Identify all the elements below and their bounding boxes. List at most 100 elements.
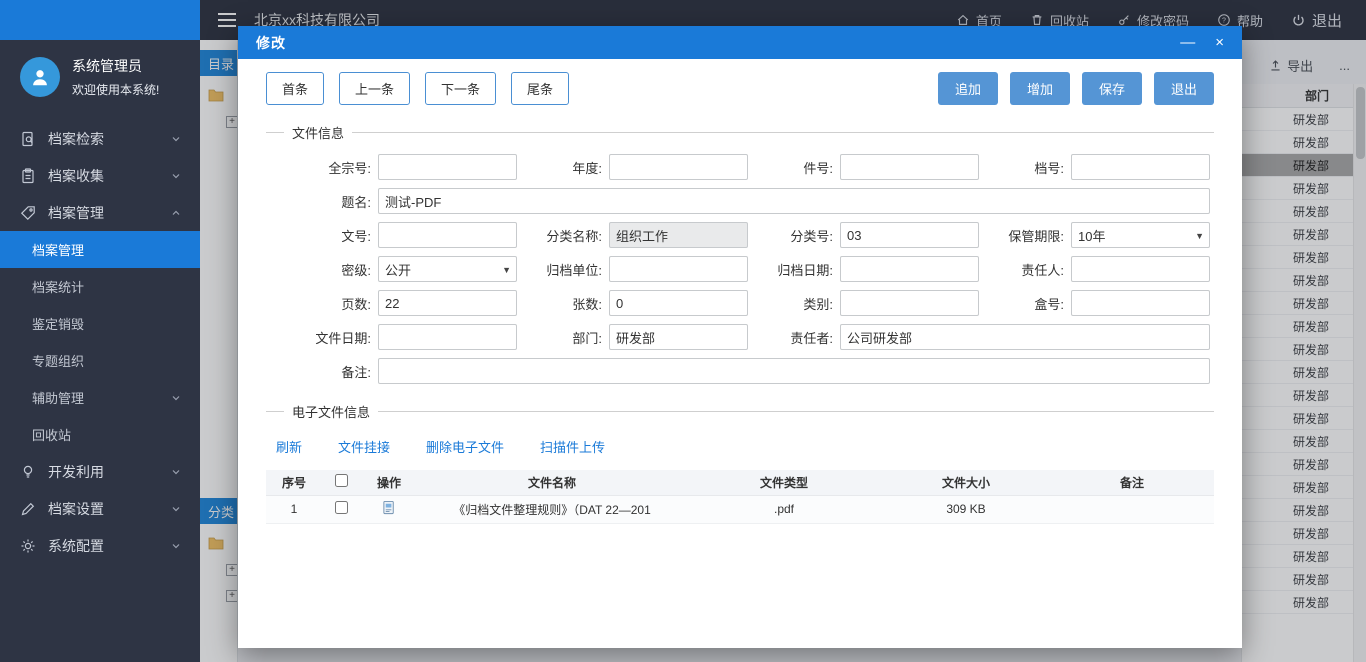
field-label: 件号: bbox=[803, 160, 833, 176]
sidebar-item-system-config[interactable]: 系统配置 bbox=[0, 527, 200, 564]
sidebar-item-archive-stats[interactable]: 档案统计 bbox=[0, 268, 200, 305]
author-field[interactable] bbox=[840, 324, 1210, 350]
sidebar-item-label: 回收站 bbox=[32, 428, 72, 443]
field-label: 部门: bbox=[572, 330, 602, 346]
sidebar-item-appraisal-destroy[interactable]: 鉴定销毁 bbox=[0, 305, 200, 342]
row-checkbox[interactable] bbox=[334, 501, 348, 514]
field-label: 责任者: bbox=[790, 330, 833, 346]
selected-value: 10年 bbox=[1078, 228, 1106, 244]
sidebar-item-label: 专题组织 bbox=[32, 354, 85, 369]
user-welcome: 欢迎使用本系统! bbox=[72, 83, 160, 97]
sidebar-item-archive-search[interactable]: 档案检索 bbox=[0, 120, 200, 157]
sidebar-item-develop-use[interactable]: 开发利用 bbox=[0, 453, 200, 490]
column-header-filetype: 文件类型 bbox=[686, 470, 882, 496]
column-header-remark: 备注 bbox=[1050, 470, 1214, 496]
user-icon bbox=[33, 70, 47, 86]
retention-select[interactable]: 10年 ▼ bbox=[1071, 222, 1210, 248]
field-label: 责任人: bbox=[1021, 262, 1064, 278]
field-label: 档号: bbox=[1034, 160, 1064, 176]
efile-row-type: .pdf bbox=[686, 495, 882, 524]
sidebar-item-archive-collect[interactable]: 档案收集 bbox=[0, 157, 200, 194]
title-field[interactable] bbox=[378, 188, 1210, 214]
file-preview-icon[interactable] bbox=[382, 500, 397, 515]
field-label: 密级: bbox=[341, 262, 371, 278]
field-label: 文号: bbox=[341, 228, 371, 244]
column-header-no: 序号 bbox=[266, 470, 322, 496]
field-label: 题名: bbox=[341, 194, 371, 210]
quanzong-no-field[interactable] bbox=[378, 154, 517, 180]
sidebar-item-label: 开发利用 bbox=[48, 463, 104, 480]
refresh-link[interactable]: 刷新 bbox=[276, 437, 302, 456]
dialog-title: 修改 bbox=[256, 34, 286, 51]
remark-field[interactable] bbox=[378, 358, 1210, 384]
sidebar-item-label: 辅助管理 bbox=[32, 391, 85, 406]
field-label: 保管期限: bbox=[1008, 228, 1064, 244]
exit-button[interactable]: 退出 bbox=[1153, 72, 1214, 105]
category-name-field[interactable] bbox=[609, 222, 748, 248]
kind-field[interactable] bbox=[840, 290, 979, 316]
close-icon[interactable]: × bbox=[1215, 35, 1224, 50]
dropdown-caret-icon: ▼ bbox=[502, 265, 511, 275]
user-text: 系统管理员 欢迎使用本系统! bbox=[72, 56, 159, 98]
filing-date-field[interactable] bbox=[840, 256, 979, 282]
append-button[interactable]: 追加 bbox=[937, 72, 998, 105]
liable-person-field[interactable] bbox=[1071, 256, 1210, 282]
sidebar-item-recycle-bin[interactable]: 回收站 bbox=[0, 416, 200, 453]
sidebar-item-archive-manage[interactable]: 档案管理 bbox=[0, 194, 200, 231]
next-record-button[interactable]: 下一条 bbox=[425, 72, 497, 105]
document-search-icon bbox=[20, 131, 36, 147]
attach-file-link[interactable]: 文件挂接 bbox=[338, 437, 390, 456]
sidebar-item-label: 档案统计 bbox=[32, 280, 85, 295]
sheets-field[interactable] bbox=[609, 290, 748, 316]
user-name: 系统管理员 bbox=[72, 58, 142, 74]
year-field[interactable] bbox=[609, 154, 748, 180]
previous-record-button[interactable]: 上一条 bbox=[339, 72, 411, 105]
pages-field[interactable] bbox=[378, 290, 517, 316]
secrecy-select[interactable]: 公开 ▼ bbox=[378, 256, 517, 282]
chevron-down-icon bbox=[170, 540, 182, 552]
sidebar-item-archive-manage-sub[interactable]: 档案管理 bbox=[0, 231, 200, 268]
sidebar-item-archive-settings[interactable]: 档案设置 bbox=[0, 490, 200, 527]
minimize-icon[interactable]: — bbox=[1180, 35, 1195, 50]
delete-efile-link[interactable]: 删除电子文件 bbox=[426, 437, 504, 456]
dialog-actions: 追加 增加 保存 退出 bbox=[937, 72, 1214, 105]
save-button[interactable]: 保存 bbox=[1081, 72, 1142, 105]
field-label: 全宗号: bbox=[328, 160, 371, 176]
last-record-button[interactable]: 尾条 bbox=[511, 72, 570, 105]
field-label: 页数: bbox=[341, 296, 371, 312]
field-label: 备注: bbox=[341, 364, 371, 380]
efile-actions: 刷新 文件挂接 删除电子文件 扫描件上传 bbox=[276, 437, 1214, 456]
file-info-section-title: 文件信息 bbox=[266, 123, 1214, 142]
file-date-field[interactable] bbox=[378, 324, 517, 350]
box-no-field[interactable] bbox=[1071, 290, 1210, 316]
doc-no-field[interactable] bbox=[378, 222, 517, 248]
sidebar-item-label: 档案收集 bbox=[48, 167, 104, 184]
column-header-operation: 操作 bbox=[360, 470, 418, 496]
item-no-field[interactable] bbox=[840, 154, 979, 180]
sidebar-submenu: 档案管理 档案统计 鉴定销毁 专题组织 辅助管理 回收站 bbox=[0, 231, 200, 453]
first-record-button[interactable]: 首条 bbox=[266, 72, 325, 105]
lightbulb-icon bbox=[20, 464, 36, 480]
efile-table: 序号 操作 文件名称 文件类型 文件大小 备注 1 《归档文件整理规则》（DAT bbox=[266, 470, 1214, 524]
sidebar-item-auxiliary-manage[interactable]: 辅助管理 bbox=[0, 379, 200, 416]
pen-icon bbox=[20, 501, 36, 517]
select-all-checkbox[interactable] bbox=[334, 474, 348, 488]
scan-upload-link[interactable]: 扫描件上传 bbox=[540, 437, 605, 456]
dang-no-field[interactable] bbox=[1071, 154, 1210, 180]
sidebar-item-topic-organize[interactable]: 专题组织 bbox=[0, 342, 200, 379]
window-controls: — × bbox=[1180, 35, 1224, 50]
efile-row-size: 309 KB bbox=[882, 495, 1050, 524]
sidebar-item-label: 系统配置 bbox=[48, 537, 104, 554]
category-no-field[interactable] bbox=[840, 222, 979, 248]
selected-value: 公开 bbox=[385, 262, 412, 278]
dropdown-caret-icon: ▼ bbox=[1195, 231, 1204, 241]
field-label: 归档日期: bbox=[777, 262, 833, 278]
chevron-down-icon bbox=[170, 392, 182, 404]
department-field[interactable] bbox=[609, 324, 748, 350]
efile-row-operation bbox=[360, 495, 418, 524]
add-button[interactable]: 增加 bbox=[1009, 72, 1070, 105]
filing-unit-field[interactable] bbox=[609, 256, 748, 282]
efile-table-row[interactable]: 1 《归档文件整理规则》（DAT 22—201 .pdf 309 KB bbox=[266, 495, 1214, 524]
user-panel: 系统管理员 欢迎使用本系统! bbox=[0, 40, 200, 110]
field-label: 年度: bbox=[572, 160, 602, 176]
